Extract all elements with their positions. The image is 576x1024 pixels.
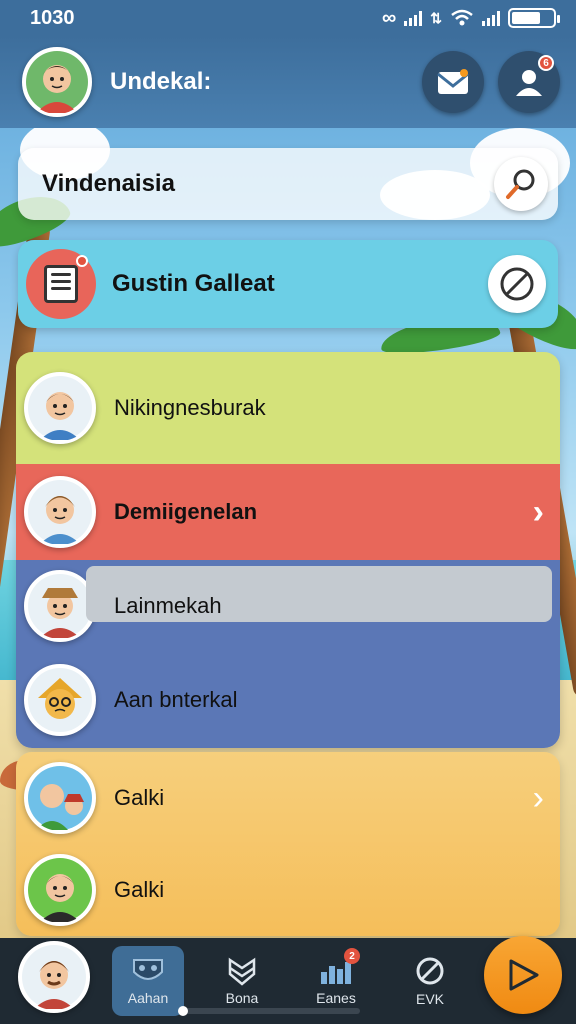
list-item[interactable]: Aan bnterkal	[16, 652, 560, 748]
nav-tab-label: Eanes	[316, 990, 356, 1006]
chevron-right-icon: ›	[532, 492, 544, 531]
person-face-icon	[28, 574, 92, 638]
person-face-icon	[26, 51, 88, 113]
play-button[interactable]	[484, 936, 562, 1014]
compass-icon	[500, 267, 534, 301]
search-text: Vindenaisia	[42, 170, 175, 197]
mail-button[interactable]	[422, 51, 484, 113]
profile-icon	[516, 70, 542, 96]
status-time: 1030	[30, 6, 75, 29]
nav-tab-label: Bona	[225, 990, 259, 1006]
mail-icon	[437, 69, 469, 94]
person-face-icon	[28, 858, 92, 922]
nav-badge: 2	[344, 948, 360, 964]
signal-icon	[404, 10, 423, 26]
signal-icon-2	[482, 10, 500, 26]
list-item-label: Demiigenelan	[114, 499, 258, 524]
nav-tab-eanes[interactable]: 2 Eanes	[300, 946, 372, 1016]
nav-tab-evk[interactable]: EVK	[394, 946, 466, 1016]
list-item[interactable]: Demiigenelan ›	[16, 464, 560, 560]
list-item[interactable]: Galki ›	[16, 752, 560, 844]
featured-card[interactable]: Gustin Galleat	[18, 240, 558, 328]
featured-action-button[interactable]	[488, 255, 546, 313]
search-icon	[506, 169, 535, 199]
avatar	[24, 476, 96, 548]
link-icon: ∞	[382, 6, 397, 29]
scroll-indicator	[178, 1006, 360, 1016]
data-arrows-icon: ⇅	[430, 9, 442, 26]
contact-list: Nikingnesburak Demiigenelan › Lainmekah …	[16, 352, 560, 748]
list-item[interactable]: Galki	[16, 844, 560, 936]
list-item[interactable]: Nikingnesburak	[16, 352, 560, 464]
list-item-label: Galki	[114, 877, 165, 902]
person-face-icon	[28, 668, 92, 732]
notes-icon	[26, 249, 96, 319]
nav-profile-avatar[interactable]	[18, 941, 90, 1013]
nav-tab-label: Aahan	[127, 990, 169, 1006]
profile-button[interactable]: 6	[498, 51, 560, 113]
person-face-icon	[28, 480, 92, 544]
contact-list-secondary: Galki › Galki	[16, 752, 560, 936]
profile-badge: 6	[538, 55, 554, 71]
mask-icon	[133, 959, 163, 980]
featured-title: Gustin Galleat	[112, 270, 275, 297]
search-bar[interactable]: Vindenaisia	[18, 148, 558, 220]
user-avatar[interactable]	[22, 47, 92, 117]
list-item-label: Lainmekah	[114, 593, 222, 618]
shield-icon	[228, 957, 256, 986]
nav-tab-bona[interactable]: Bona	[206, 946, 278, 1016]
list-item[interactable]: Lainmekah	[16, 560, 560, 652]
search-button[interactable]	[494, 157, 548, 211]
nav-tab-aahan[interactable]: Aahan	[112, 946, 184, 1016]
person-face-icon	[22, 945, 86, 1009]
avatar	[24, 854, 96, 926]
avatar	[24, 372, 96, 444]
list-item-label: Nikingnesburak	[114, 395, 266, 420]
status-bar: 1030 ∞ ⇅	[0, 0, 576, 36]
nav-tab-label: EVK	[415, 991, 444, 1007]
list-item-label: Galki	[114, 785, 165, 810]
wifi-icon	[451, 9, 473, 26]
avatar	[24, 664, 96, 736]
chevron-right-icon: ›	[532, 778, 544, 817]
play-icon	[509, 959, 539, 991]
block-icon	[416, 957, 444, 985]
battery-icon	[508, 8, 560, 28]
app-header: Undekal: 6	[0, 36, 576, 128]
avatar	[24, 762, 96, 834]
header-title: Undekal:	[110, 68, 212, 95]
status-icons: ∞ ⇅	[382, 6, 560, 30]
person-face-icon	[28, 766, 92, 830]
person-face-icon	[28, 376, 92, 440]
list-item-label: Aan bnterkal	[114, 687, 238, 712]
